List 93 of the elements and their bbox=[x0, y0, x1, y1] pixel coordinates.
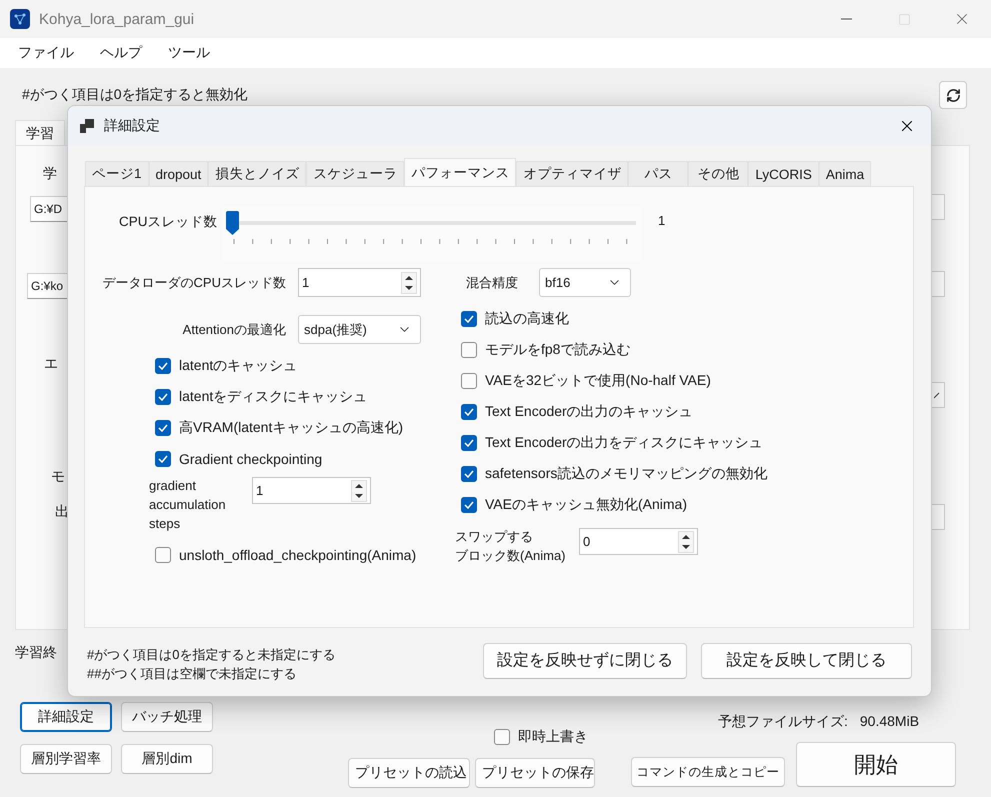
spin-buttons[interactable] bbox=[401, 272, 417, 294]
spin-buttons[interactable] bbox=[351, 480, 367, 502]
checkbox-label: 高VRAM(latentキャッシュの高速化) bbox=[179, 419, 404, 437]
note-text: #がつく項目は0を指定すると無効化 bbox=[22, 86, 248, 104]
spin-buttons[interactable] bbox=[678, 530, 694, 552]
checkbox-label: safetensors読込のメモリマッピングの無効化 bbox=[485, 465, 768, 483]
field-label: 学 bbox=[43, 165, 57, 183]
button[interactable]: 層別dim bbox=[121, 744, 213, 774]
refresh-icon bbox=[946, 88, 960, 102]
tab[interactable]: パフォーマンス bbox=[404, 158, 516, 186]
window-icon bbox=[80, 119, 94, 133]
checkbox[interactable] bbox=[155, 389, 171, 405]
button[interactable]: 層別学習率 bbox=[20, 744, 112, 774]
checkbox[interactable] bbox=[461, 311, 477, 327]
dropdown[interactable]: bf16 bbox=[539, 268, 631, 297]
checkbox[interactable] bbox=[461, 497, 477, 513]
checkbox[interactable] bbox=[494, 729, 510, 745]
tab[interactable]: LyCORIS bbox=[748, 161, 819, 186]
checkbox-label: Text Encoderの出力のキャッシュ bbox=[485, 403, 693, 421]
field-label: スワップする ブロック数(Anima) bbox=[455, 528, 567, 565]
menu-item[interactable]: ツール bbox=[168, 44, 210, 62]
check-icon bbox=[464, 315, 474, 323]
tab[interactable]: Anima bbox=[818, 161, 872, 186]
dropdown[interactable]: sdpa(推奨) bbox=[298, 315, 421, 344]
tab[interactable]: dropout bbox=[148, 161, 208, 186]
checkbox-label: Text Encoderの出力をディスクにキャッシュ bbox=[485, 434, 763, 452]
preset-button[interactable]: プリセットの保存 bbox=[475, 758, 595, 788]
field-label: モ bbox=[51, 468, 65, 486]
file-size-label: 予想ファイルサイズ: bbox=[718, 713, 848, 731]
window-title: Kohya_lora_param_gui bbox=[39, 10, 196, 28]
slider-thumb[interactable] bbox=[226, 211, 239, 235]
check-icon bbox=[464, 501, 474, 509]
checkbox[interactable] bbox=[155, 451, 171, 467]
note-text: #がつく項目は0を指定すると未指定にする bbox=[87, 646, 336, 664]
checkbox-label: latentをディスクにキャッシュ bbox=[179, 388, 368, 406]
button[interactable]: 設定を反映して閉じる bbox=[701, 642, 912, 678]
copy-command-button[interactable]: コマンドの生成とコピー bbox=[631, 757, 785, 787]
start-button[interactable]: 開始 bbox=[796, 742, 956, 787]
field-label: 混合精度 bbox=[465, 274, 519, 292]
checkbox-label: VAEを32ビットで使用(No-half VAE) bbox=[485, 372, 711, 390]
checkbox-label: Gradient checkpointing bbox=[179, 451, 322, 467]
tab[interactable]: ページ1 bbox=[85, 161, 149, 186]
checkbox[interactable] bbox=[461, 342, 477, 358]
field-label: エ bbox=[44, 355, 58, 373]
checkbox-label: unsloth_offload_checkpointing(Anima) bbox=[179, 547, 416, 563]
checkbox[interactable] bbox=[461, 373, 477, 389]
check-icon bbox=[464, 470, 474, 478]
menu-item[interactable]: ヘルプ bbox=[100, 44, 142, 62]
tab[interactable]: 学習 bbox=[15, 120, 65, 145]
tab[interactable]: パス bbox=[628, 161, 688, 186]
menu-item[interactable]: ファイル bbox=[18, 44, 74, 62]
tab[interactable]: その他 bbox=[688, 161, 748, 186]
refresh-button[interactable] bbox=[939, 81, 967, 109]
checkbox-label: latentのキャッシュ bbox=[179, 357, 298, 375]
dialog-title: 詳細設定 bbox=[104, 117, 161, 135]
number-field[interactable]: 1 bbox=[298, 268, 421, 297]
status-label: 学習終 bbox=[15, 644, 57, 661]
note-text: ##がつく項目は空欄で未指定にする bbox=[87, 665, 298, 683]
check-icon bbox=[158, 362, 168, 370]
field-label: gradient accumulation steps bbox=[149, 477, 227, 533]
check-icon bbox=[464, 439, 474, 447]
slider-value: 1 bbox=[658, 213, 666, 228]
check-icon bbox=[464, 408, 474, 416]
check-icon bbox=[158, 424, 168, 432]
check-icon bbox=[158, 393, 168, 401]
checkbox[interactable] bbox=[461, 466, 477, 482]
button[interactable]: 設定を反映せずに閉じる bbox=[483, 642, 687, 678]
preset-button[interactable]: プリセットの読込 bbox=[348, 758, 470, 788]
checkbox[interactable] bbox=[155, 547, 171, 563]
checkbox[interactable] bbox=[461, 435, 477, 451]
maximize-icon bbox=[898, 12, 910, 26]
field-label: 出 bbox=[55, 503, 69, 521]
checkbox[interactable] bbox=[461, 404, 477, 420]
check-icon bbox=[158, 455, 168, 463]
file-size-value: 90.48MiB bbox=[860, 713, 920, 731]
tab[interactable]: 損失とノイズ bbox=[208, 161, 306, 186]
minimize-icon bbox=[840, 18, 852, 20]
button[interactable]: バッチ処理 bbox=[121, 702, 213, 732]
tab[interactable]: オプティマイザ bbox=[516, 161, 628, 186]
checkbox-label: 読込の高速化 bbox=[485, 310, 569, 328]
tab[interactable]: スケジューラ bbox=[306, 161, 404, 186]
checkbox[interactable] bbox=[155, 420, 171, 436]
number-field[interactable]: 1 bbox=[252, 477, 371, 504]
field-label: Attentionの最適化 bbox=[182, 320, 286, 338]
app-logo-icon bbox=[10, 9, 30, 29]
slider-label: CPUスレッド数 bbox=[119, 213, 219, 231]
checkbox-label: モデルをfp8で読み込む bbox=[485, 341, 630, 359]
button[interactable]: 詳細設定 bbox=[20, 702, 112, 732]
field-label: データローダのCPUスレッド数 bbox=[102, 274, 286, 292]
checkbox[interactable] bbox=[155, 358, 171, 374]
checkbox-label: VAEのキャッシュ無効化(Anima) bbox=[485, 496, 687, 514]
number-field[interactable]: 0 bbox=[579, 528, 698, 555]
checkbox-label: 即時上書き bbox=[518, 728, 588, 746]
